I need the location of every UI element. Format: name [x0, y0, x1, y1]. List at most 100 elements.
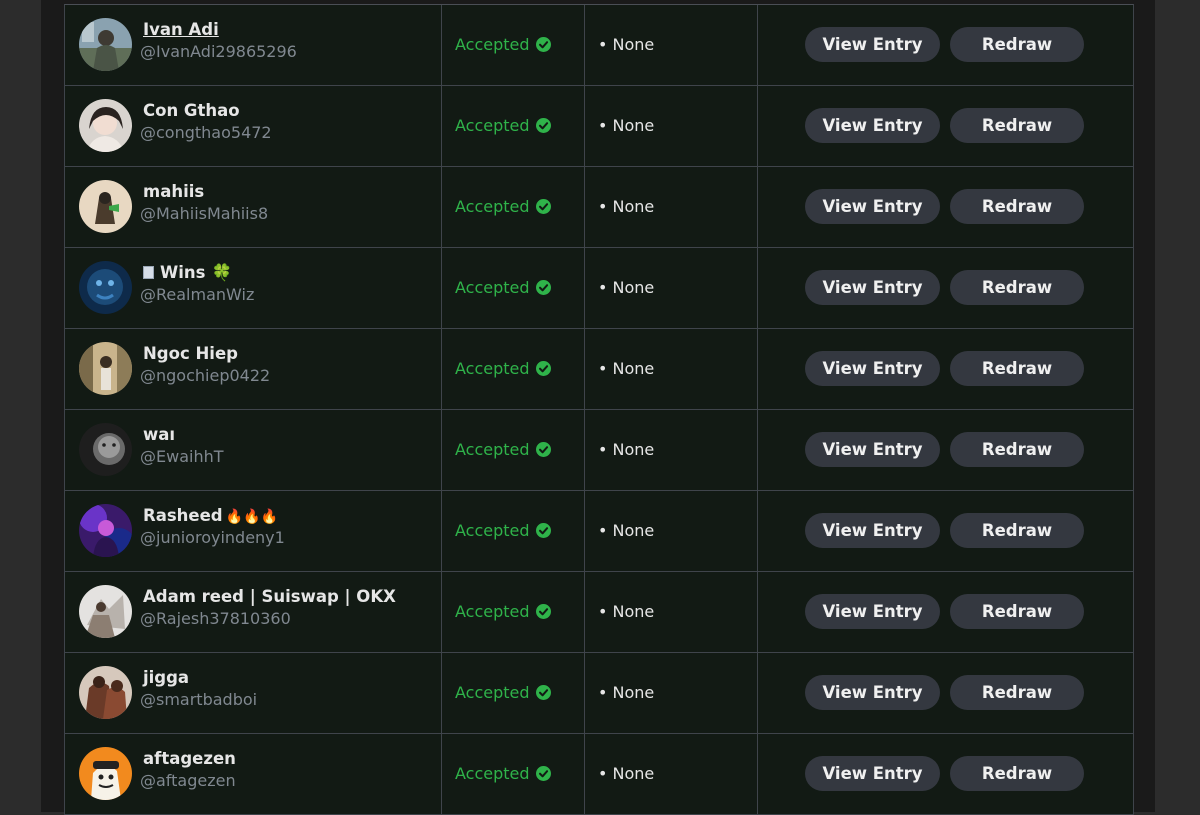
status-label: Accepted — [455, 278, 530, 297]
avatar[interactable] — [79, 342, 132, 395]
actions-cell: View Entry Redraw — [758, 572, 1133, 652]
status-cell: Accepted — [442, 248, 585, 328]
actions-cell: View Entry Redraw — [758, 653, 1133, 733]
status-badge: Accepted — [455, 683, 551, 702]
avatar[interactable] — [79, 423, 132, 476]
actions-cell: View Entry Redraw — [758, 86, 1133, 166]
display-name[interactable]: jigga — [143, 668, 189, 687]
status-cell: Accepted — [442, 5, 585, 85]
entries-table: Ivan Adi @IvanAdi29865296 Accepted • Non… — [64, 4, 1134, 815]
table-row: waı @EwaihhT Accepted • None View Entry … — [65, 410, 1133, 491]
status-badge: Accepted — [455, 440, 551, 459]
user-handle: @smartbadboi — [140, 690, 258, 709]
status-cell: Accepted — [442, 410, 585, 490]
table-row: mahiis @MahiisMahiis8 Accepted • None Vi… — [65, 167, 1133, 248]
user-handle: @RealmanWiz — [140, 285, 255, 304]
status-label: Accepted — [455, 35, 530, 54]
actions-cell: View Entry Redraw — [758, 410, 1133, 490]
view-entry-button[interactable]: View Entry — [805, 594, 940, 629]
bonus-value: • None — [598, 197, 655, 216]
view-entry-button[interactable]: View Entry — [805, 756, 940, 791]
abacus-icon — [143, 266, 154, 279]
redraw-button[interactable]: Redraw — [950, 594, 1084, 629]
view-entry-button[interactable]: View Entry — [805, 189, 940, 224]
user-handle: @congthao5472 — [140, 123, 272, 142]
display-name-text: Wins — [160, 263, 206, 282]
status-badge: Accepted — [455, 278, 551, 297]
bonus-value: • None — [598, 278, 655, 297]
status-badge: Accepted — [455, 521, 551, 540]
user-cell: Adam reed | Suiswap | OKX @Rajesh3781036… — [65, 572, 442, 652]
actions-cell: View Entry Redraw — [758, 5, 1133, 85]
user-cell: Ivan Adi @IvanAdi29865296 — [65, 5, 442, 85]
table-row: Adam reed | Suiswap | OKX @Rajesh3781036… — [65, 572, 1133, 653]
status-cell: Accepted — [442, 491, 585, 571]
table-row: jigga @smartbadboi Accepted • None View … — [65, 653, 1133, 734]
avatar[interactable] — [79, 504, 132, 557]
check-circle-icon — [535, 442, 551, 457]
status-cell: Accepted — [442, 86, 585, 166]
fire-emoji: 🔥🔥🔥 — [225, 509, 278, 525]
bonus-cell: • None — [585, 491, 758, 571]
status-cell: Accepted — [442, 167, 585, 247]
table-row: Rasheed 🔥🔥🔥 @junioroyindeny1 Accepted • N… — [65, 491, 1133, 572]
user-handle: @Rajesh37810360 — [140, 609, 291, 628]
table-row: Ivan Adi @IvanAdi29865296 Accepted • Non… — [65, 5, 1133, 86]
status-badge: Accepted — [455, 35, 551, 54]
status-cell: Accepted — [442, 734, 585, 814]
bonus-value: • None — [598, 116, 655, 135]
redraw-button[interactable]: Redraw — [950, 108, 1084, 143]
view-entry-button[interactable]: View Entry — [805, 513, 940, 548]
avatar[interactable] — [79, 261, 132, 314]
actions-cell: View Entry Redraw — [758, 329, 1133, 409]
check-circle-icon — [535, 361, 551, 376]
avatar[interactable] — [79, 99, 132, 152]
avatar[interactable] — [79, 747, 132, 800]
display-name[interactable]: mahiis — [143, 182, 204, 201]
redraw-button[interactable]: Redraw — [950, 432, 1084, 467]
view-entry-button[interactable]: View Entry — [805, 432, 940, 467]
user-cell: Con Gthao @congthao5472 — [65, 86, 442, 166]
view-entry-button[interactable]: View Entry — [805, 108, 940, 143]
table-row: Con Gthao @congthao5472 Accepted • None … — [65, 86, 1133, 167]
status-label: Accepted — [455, 440, 530, 459]
status-label: Accepted — [455, 197, 530, 216]
status-cell: Accepted — [442, 329, 585, 409]
display-name[interactable]: Ngoc Hiep — [143, 344, 238, 363]
check-circle-icon — [535, 280, 551, 295]
display-name[interactable]: Wins 🍀 — [143, 263, 232, 283]
avatar[interactable] — [79, 18, 132, 71]
status-label: Accepted — [455, 116, 530, 135]
bonus-value: • None — [598, 521, 655, 540]
view-entry-button[interactable]: View Entry — [805, 351, 940, 386]
display-name[interactable]: Adam reed | Suiswap | OKX — [143, 587, 396, 606]
display-name[interactable]: Rasheed 🔥🔥🔥 — [143, 506, 278, 525]
redraw-button[interactable]: Redraw — [950, 756, 1084, 791]
redraw-button[interactable]: Redraw — [950, 675, 1084, 710]
display-name[interactable]: Ivan Adi — [143, 20, 219, 39]
redraw-button[interactable]: Redraw — [950, 351, 1084, 386]
view-entry-button[interactable]: View Entry — [805, 270, 940, 305]
view-entry-button[interactable]: View Entry — [805, 27, 940, 62]
bonus-cell: • None — [585, 86, 758, 166]
table-row: Ngoc Hiep @ngochiep0422 Accepted • None … — [65, 329, 1133, 410]
redraw-button[interactable]: Redraw — [950, 189, 1084, 224]
display-name[interactable]: waı — [143, 425, 175, 444]
bonus-value: • None — [598, 683, 655, 702]
table-row: aftagezen @aftagezen Accepted • None Vie… — [65, 734, 1133, 815]
user-handle: @IvanAdi29865296 — [140, 42, 297, 61]
redraw-button[interactable]: Redraw — [950, 513, 1084, 548]
avatar[interactable] — [79, 666, 132, 719]
redraw-button[interactable]: Redraw — [950, 27, 1084, 62]
user-handle: @ngochiep0422 — [140, 366, 271, 385]
bonus-value: • None — [598, 602, 655, 621]
redraw-button[interactable]: Redraw — [950, 270, 1084, 305]
bonus-cell: • None — [585, 653, 758, 733]
avatar[interactable] — [79, 180, 132, 233]
display-name[interactable]: Con Gthao — [143, 101, 240, 120]
avatar[interactable] — [79, 585, 132, 638]
view-entry-button[interactable]: View Entry — [805, 675, 940, 710]
bonus-value: • None — [598, 35, 655, 54]
user-cell: Rasheed 🔥🔥🔥 @junioroyindeny1 — [65, 491, 442, 571]
display-name[interactable]: aftagezen — [143, 749, 236, 768]
